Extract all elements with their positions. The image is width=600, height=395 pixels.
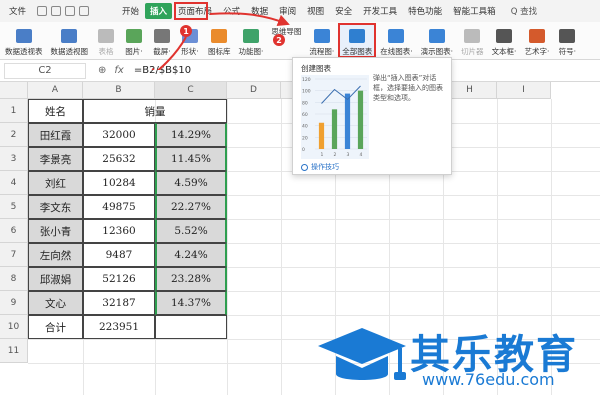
preview-x-tick: 2 [333,152,336,158]
preview-y-tick: 20 [302,135,308,141]
row-header-3[interactable]: 3 [0,147,28,171]
preview-x-tick: 4 [359,152,362,158]
cell-percent[interactable]: 14.29% [155,123,227,147]
cell-C10[interactable] [155,315,227,339]
cell-name[interactable]: 左向然 [28,243,83,267]
tooltip-description: 弹出“插入图表”对话框，选择要插入的图表类型和选项。 [373,74,443,102]
watermark-url: www.76edu.com [422,370,555,389]
cell-name[interactable]: 田红霞 [28,123,83,147]
cell-name[interactable]: 李文东 [28,195,83,219]
column-header-A[interactable]: A [28,82,83,99]
cell-percent[interactable]: 4.59% [155,171,227,195]
column-header-I[interactable]: I [497,82,551,99]
row-header-11[interactable]: 11 [0,339,28,363]
row-header-2[interactable]: 2 [0,123,28,147]
help-icon [301,163,308,171]
cell-percent[interactable]: 14.37% [155,291,227,315]
row-header-8[interactable]: 8 [0,267,28,291]
preview-y-tick: 120 [302,77,311,83]
row-header-6[interactable]: 6 [0,219,28,243]
column-header-D[interactable]: D [227,82,281,99]
cell-sales[interactable]: 12360 [83,219,155,243]
preview-x-tick: 1 [320,152,323,158]
chart-preview-image: 120 100 80 60 40 20 0 1 2 3 4 [301,75,369,159]
preview-bar [344,93,351,149]
row-header-10[interactable]: 10 [0,315,28,339]
watermark: 其乐教育 www.76edu.com [308,318,600,395]
preview-x-tick: 3 [346,152,349,158]
preview-y-tick: 40 [302,124,308,130]
row-header-5[interactable]: 5 [0,195,28,219]
cell-name[interactable]: 文心 [28,291,83,315]
cell-sales[interactable]: 10284 [83,171,155,195]
cell-A1[interactable]: 姓名 [28,99,83,123]
cell-sales[interactable]: 32000 [83,123,155,147]
graduation-cap-logo [318,328,406,380]
annotation-arrows [146,12,290,70]
row-header-4[interactable]: 4 [0,171,28,195]
preview-y-tick: 60 [302,112,308,118]
cell-sales[interactable]: 52126 [83,267,155,291]
cell-total-value[interactable]: 223951 [83,315,155,339]
grid-line [281,99,282,395]
row-header-7[interactable]: 7 [0,243,28,267]
preview-bar [318,122,325,149]
preview-y-tick: 0 [302,147,305,153]
cell-sales[interactable]: 9487 [83,243,155,267]
create-chart-tooltip: 创建图表 120 100 80 60 40 20 0 1 2 3 4 弹出“插入图表”对话框，选择要… [292,57,452,175]
cell-percent[interactable]: 23.28% [155,267,227,291]
cell-percent[interactable]: 5.52% [155,219,227,243]
cell-sales[interactable]: 25632 [83,147,155,171]
column-header-B[interactable]: B [83,82,155,99]
cell-name[interactable]: 张小青 [28,219,83,243]
column-header-C[interactable]: C [155,82,227,99]
preview-y-tick: 100 [302,89,311,95]
cell-sales[interactable]: 32187 [83,291,155,315]
cell-B1-merged[interactable]: 销量 [83,99,227,123]
cell-name[interactable]: 李景亮 [28,147,83,171]
cell-name[interactable]: 邱淑娟 [28,267,83,291]
cell-percent[interactable]: 11.45% [155,147,227,171]
cell-percent[interactable]: 4.24% [155,243,227,267]
tips-link[interactable]: 操作技巧 [301,162,339,172]
tips-label: 操作技巧 [311,163,339,171]
cell-name[interactable]: 刘红 [28,171,83,195]
preview-y-tick: 80 [302,100,308,106]
grid-line [227,99,228,395]
preview-bar [357,90,364,149]
preview-bar [331,109,338,149]
cell-percent[interactable]: 22.27% [155,195,227,219]
cell-sales[interactable]: 49875 [83,195,155,219]
select-all-corner[interactable] [0,82,28,99]
cell-total-label[interactable]: 合计 [28,315,83,339]
row-header-9[interactable]: 9 [0,291,28,315]
row-header-1[interactable]: 1 [0,99,28,123]
